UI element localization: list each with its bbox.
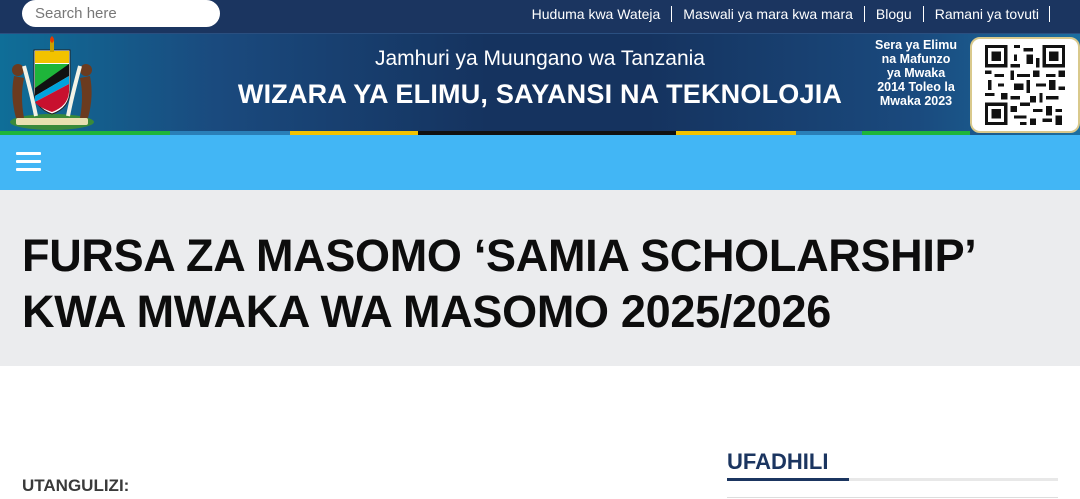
sera-line: Mwaka 2023	[879, 94, 953, 108]
main-nav-bar	[0, 135, 1080, 190]
sidebar-heading: UFADHILI	[727, 449, 829, 474]
top-link-ramani[interactable]: Ramani ya tovuti	[924, 6, 1050, 22]
sidebar-divider-lower	[727, 497, 1058, 498]
qr-code-box[interactable]	[970, 37, 1080, 133]
page-title-band: FURSA ZA MASOMO ‘SAMIA SCHOLARSHIP’ KWA …	[0, 190, 1080, 366]
sidebar-divider-accent	[727, 478, 849, 481]
hamburger-menu-icon[interactable]	[16, 152, 41, 171]
top-link-huduma[interactable]: Huduma kwa Wateja	[521, 6, 673, 22]
top-links: Huduma kwa Wateja Maswali ya mara kwa ma…	[521, 6, 1050, 22]
top-bar: Huduma kwa Wateja Maswali ya mara kwa ma…	[0, 0, 1080, 33]
top-link-maswali[interactable]: Maswali ya mara kwa mara	[672, 6, 865, 22]
sera-promo[interactable]: Sera ya Elimu na Mafunzo ya Mwaka 2014 T…	[864, 38, 968, 108]
page-title: FURSA ZA MASOMO ‘SAMIA SCHOLARSHIP’ KWA …	[22, 230, 975, 337]
sera-line: na Mafunzo	[881, 52, 951, 66]
intro-label: UTANGULIZI:	[22, 476, 130, 495]
header-banner: Jamhuri ya Muungano wa Tanzania WIZARA Y…	[0, 33, 1080, 135]
search-input[interactable]	[22, 0, 220, 27]
qr-code-icon	[985, 45, 1065, 125]
sera-line: 2014 Toleo la	[877, 80, 955, 94]
sera-line: ya Mwaka	[886, 66, 946, 80]
top-link-blogu[interactable]: Blogu	[865, 6, 924, 22]
sera-line: Sera ya Elimu	[875, 38, 957, 52]
